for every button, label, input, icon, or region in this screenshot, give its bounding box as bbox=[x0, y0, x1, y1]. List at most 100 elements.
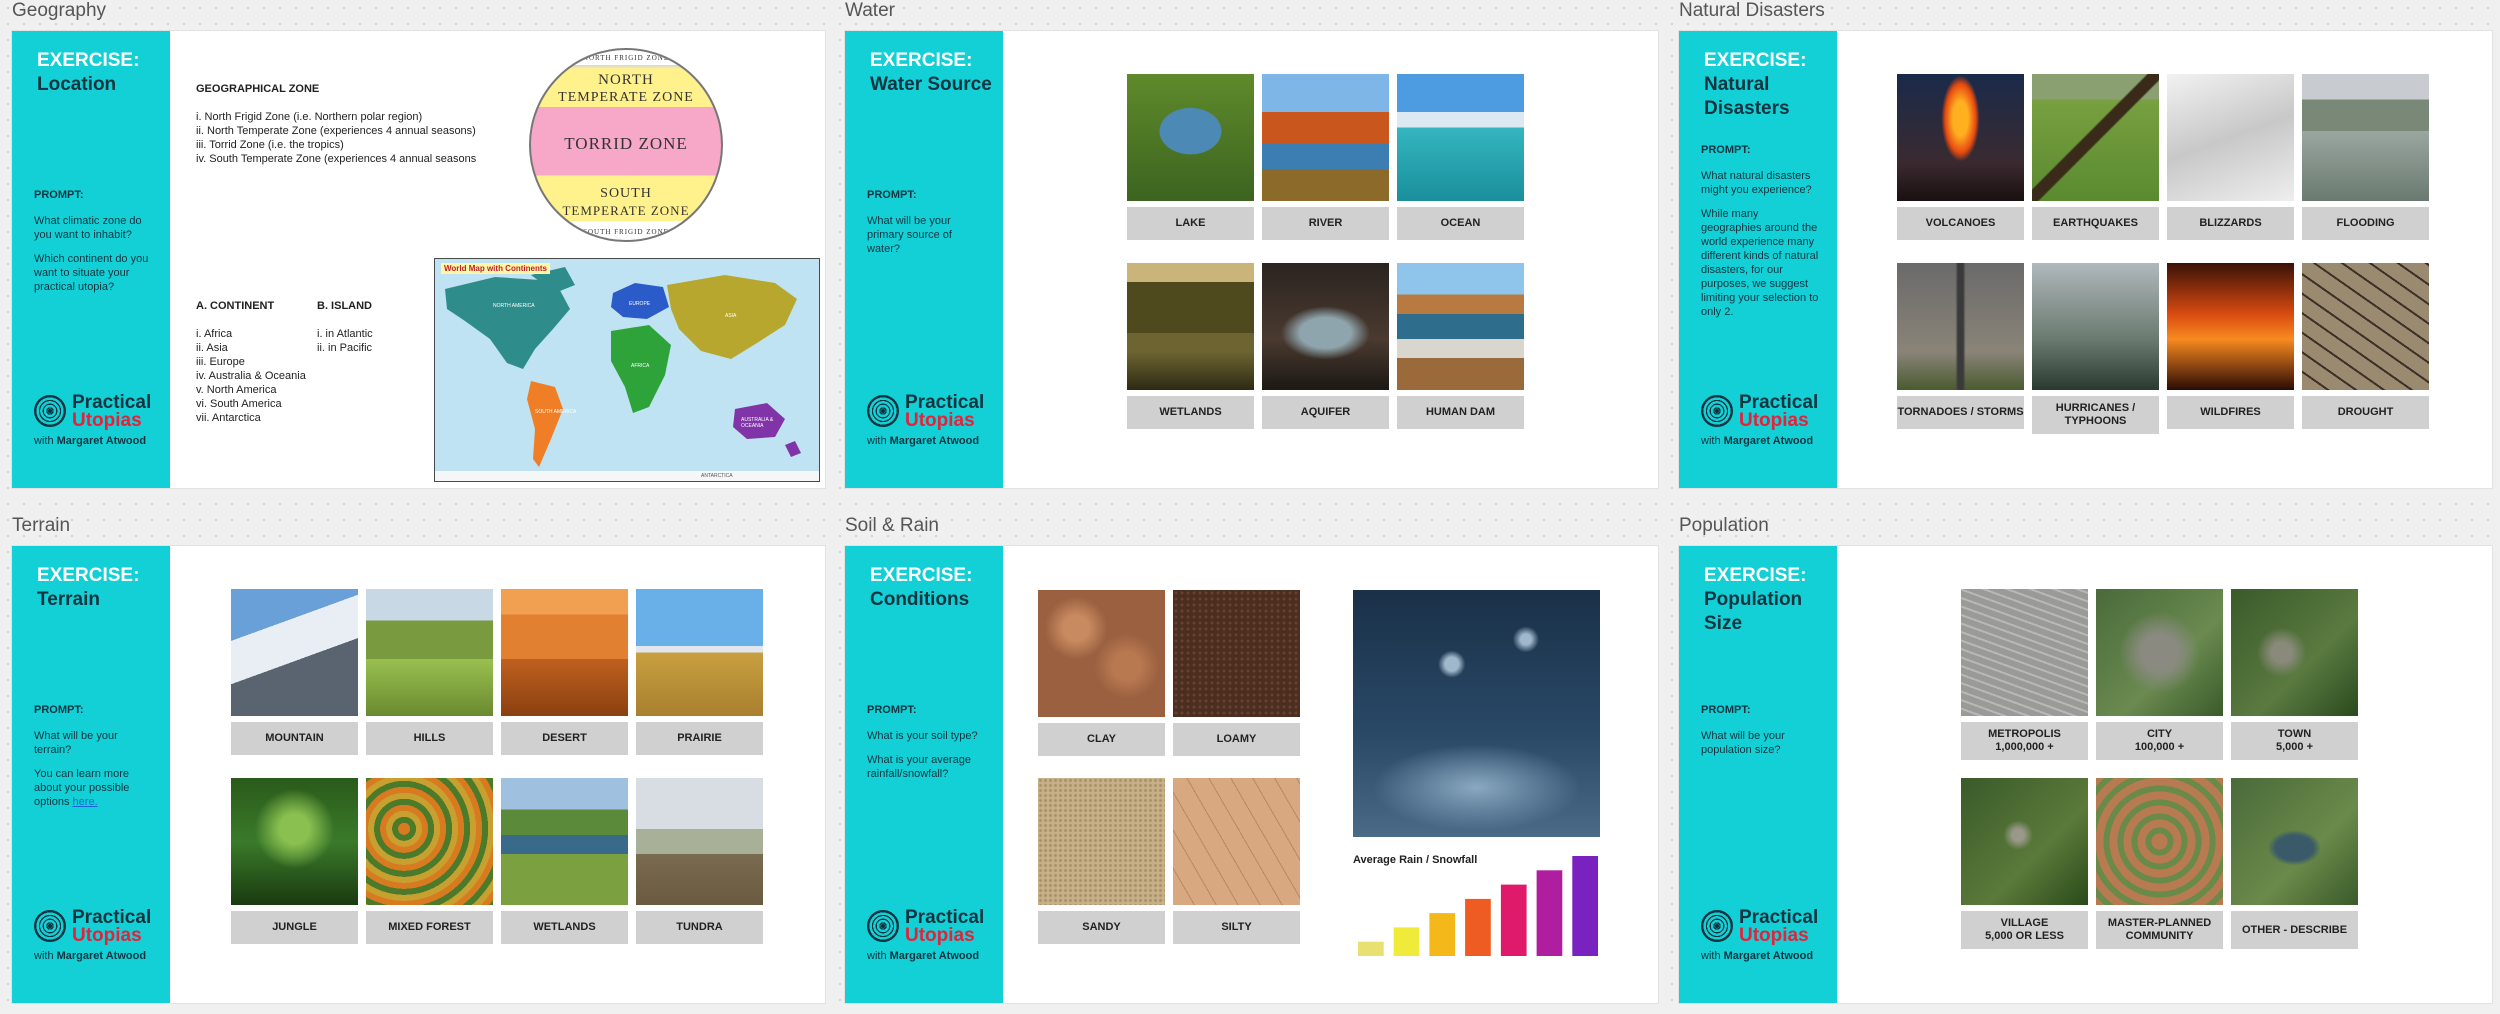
option-tile-earthquakes[interactable]: EARTHQUAKES bbox=[2032, 74, 2159, 240]
jungle-image bbox=[231, 778, 358, 905]
prompt-line: What will be your terrain? bbox=[34, 730, 118, 756]
option-tile-volcanoes[interactable]: VOLCANOES bbox=[1897, 74, 2024, 240]
slide-soil-rain[interactable]: EXERCISE: Conditions PROMPT: What is you… bbox=[845, 546, 1658, 1003]
zone-item: i. North Frigid Zone (i.e. Northern pola… bbox=[196, 111, 423, 123]
logo-line2: Utopias bbox=[905, 410, 975, 431]
map-label: SOUTH AMERICA bbox=[535, 409, 577, 415]
slide-geography[interactable]: EXERCISE: Location PROMPT: What climatic… bbox=[12, 31, 825, 488]
option-label: HURRICANES / TYPHOONS bbox=[2032, 396, 2159, 434]
option-tile-flooding[interactable]: FLOODING bbox=[2302, 74, 2429, 240]
learn-more-link[interactable]: here. bbox=[73, 796, 98, 808]
option-tile-sandy[interactable]: SANDY bbox=[1038, 778, 1165, 944]
town-aerial-image bbox=[2231, 589, 2358, 716]
frame-title-water[interactable]: Water bbox=[845, 0, 895, 22]
logo-line2: Utopias bbox=[905, 925, 975, 946]
option-label: DROUGHT bbox=[2302, 396, 2429, 429]
prompt-block: PROMPT: What natural disasters might you… bbox=[1701, 143, 1821, 329]
chart-bar-2 bbox=[1393, 927, 1420, 956]
map-label: AFRICA bbox=[631, 363, 650, 369]
option-tile-lake[interactable]: LAKE bbox=[1127, 74, 1254, 240]
option-tile-wildfires[interactable]: WILDFIRES bbox=[2167, 263, 2294, 429]
prompt-block: PROMPT: What will be your terrain? You c… bbox=[34, 703, 154, 819]
prompt-line: What will be your primary source of wate… bbox=[867, 215, 952, 255]
option-tile-aquifer[interactable]: AQUIFER bbox=[1262, 263, 1389, 429]
prompt-block: PROMPT: What will be your population siz… bbox=[1701, 703, 1821, 767]
option-tile-prairie[interactable]: PRAIRIE bbox=[636, 589, 763, 755]
option-tile-silty[interactable]: SILTY bbox=[1173, 778, 1300, 944]
exercise-label: EXERCISE: bbox=[37, 565, 140, 586]
prompt-heading: PROMPT: bbox=[1701, 704, 1751, 716]
frame-title-natural-disasters[interactable]: Natural Disasters bbox=[1679, 0, 1825, 22]
prompt-heading: PROMPT: bbox=[34, 189, 84, 201]
slide-terrain[interactable]: EXERCISE: Terrain PROMPT: What will be y… bbox=[12, 546, 825, 1003]
option-label: MIXED FOREST bbox=[366, 911, 493, 944]
option-tile-ocean[interactable]: OCEAN bbox=[1397, 74, 1524, 240]
option-tile-other-describe[interactable]: OTHER - DESCRIBE bbox=[2231, 778, 2358, 949]
option-tile-tornadoes-storms[interactable]: TORNADOES / STORMS bbox=[1897, 263, 2024, 429]
practical-utopias-logo: Practical Utopias bbox=[1701, 393, 1831, 431]
wetlands-image bbox=[1127, 263, 1254, 390]
zone-heading: GEOGRAPHICAL ZONE bbox=[196, 83, 320, 95]
option-tile-river[interactable]: RIVER bbox=[1262, 74, 1389, 240]
slide-natural-disasters[interactable]: EXERCISE: Natural Disasters PROMPT: What… bbox=[1679, 31, 2492, 488]
option-tile-loamy[interactable]: LOAMY bbox=[1173, 590, 1300, 756]
dam-image bbox=[1397, 263, 1524, 390]
rain-drops-image bbox=[1353, 590, 1600, 837]
option-tile-village[interactable]: VILLAGE 5,000 OR LESS bbox=[1961, 778, 2088, 949]
exercise-heading: EXERCISE: Population Size bbox=[1704, 564, 1814, 636]
prompt-heading: PROMPT: bbox=[1701, 144, 1751, 156]
chart-bar-6 bbox=[1536, 870, 1563, 956]
option-tile-metropolis[interactable]: METROPOLIS 1,000,000 + bbox=[1961, 589, 2088, 760]
logo-line2: Utopias bbox=[1739, 410, 1809, 431]
prompt-line: What will be your population size? bbox=[1701, 730, 1785, 756]
logo-line2: Utopias bbox=[1739, 925, 1809, 946]
geographical-zone-list: GEOGRAPHICAL ZONE i. North Frigid Zone (… bbox=[196, 82, 496, 166]
slide-population[interactable]: EXERCISE: Population Size PROMPT: What w… bbox=[1679, 546, 2492, 1003]
prompt-line: What natural disasters might you experie… bbox=[1701, 170, 1812, 196]
option-tile-master-planned-community[interactable]: MASTER-PLANNED COMMUNITY bbox=[2096, 778, 2223, 949]
prompt-line: What is your soil type? bbox=[867, 730, 978, 742]
globe-label: NORTH bbox=[598, 72, 654, 88]
option-tile-hills[interactable]: HILLS bbox=[366, 589, 493, 755]
logo-spiral-icon bbox=[867, 395, 899, 427]
slide-water[interactable]: EXERCISE: Water Source PROMPT: What will… bbox=[845, 31, 1658, 488]
option-tile-blizzards[interactable]: BLIZZARDS bbox=[2167, 74, 2294, 240]
globe-label: TEMPERATE ZONE bbox=[558, 90, 694, 105]
frame-title-soil-rain[interactable]: Soil & Rain bbox=[845, 515, 939, 537]
tornado-image bbox=[1897, 263, 2024, 390]
option-tile-town[interactable]: TOWN 5,000 + bbox=[2231, 589, 2358, 760]
option-tile-wetlands[interactable]: WETLANDS bbox=[501, 778, 628, 944]
exercise-heading: EXERCISE: Terrain bbox=[37, 564, 139, 612]
option-tile-mountain[interactable]: MOUNTAIN bbox=[231, 589, 358, 755]
exercise-heading: EXERCISE: Natural Disasters bbox=[1704, 49, 1814, 121]
option-tile-jungle[interactable]: JUNGLE bbox=[231, 778, 358, 944]
option-label: TUNDRA bbox=[636, 911, 763, 944]
frame-title-population[interactable]: Population bbox=[1679, 515, 1769, 537]
option-label: OCEAN bbox=[1397, 207, 1524, 240]
zone-item: iv. South Temperate Zone (experiences 4 … bbox=[196, 153, 477, 165]
chart-bar-7 bbox=[1572, 856, 1598, 956]
option-label: SANDY bbox=[1038, 911, 1165, 944]
option-tile-mixed-forest[interactable]: MIXED FOREST bbox=[366, 778, 493, 944]
option-label: TORNADOES / STORMS bbox=[1897, 396, 2024, 429]
option-tile-drought[interactable]: DROUGHT bbox=[2302, 263, 2429, 429]
logo-spiral-icon bbox=[34, 395, 66, 427]
with-credit: with Margaret Atwood bbox=[34, 950, 147, 962]
prompt-line: While many geographies around the world … bbox=[1701, 208, 1819, 318]
option-tile-city[interactable]: CITY 100,000 + bbox=[2096, 589, 2223, 760]
option-label: CITY 100,000 + bbox=[2096, 722, 2223, 760]
option-tile-clay[interactable]: CLAY bbox=[1038, 590, 1165, 756]
chart-bar-1 bbox=[1358, 941, 1384, 956]
option-tile-desert[interactable]: DESERT bbox=[501, 589, 628, 755]
wetlands-image bbox=[501, 778, 628, 905]
logo-spiral-icon bbox=[1701, 910, 1733, 942]
option-tile-tundra[interactable]: TUNDRA bbox=[636, 778, 763, 944]
flood-image bbox=[2302, 74, 2429, 201]
option-tile-human-dam[interactable]: HUMAN DAM bbox=[1397, 263, 1524, 429]
ocean-image bbox=[1397, 74, 1524, 201]
option-tile-wetlands[interactable]: WETLANDS bbox=[1127, 263, 1254, 429]
with-credit: with Margaret Atwood bbox=[867, 435, 980, 447]
option-tile-hurricanes-typhoons[interactable]: HURRICANES / TYPHOONS bbox=[2032, 263, 2159, 434]
frame-title-terrain[interactable]: Terrain bbox=[12, 515, 70, 537]
frame-title-geography[interactable]: Geography bbox=[12, 0, 106, 22]
